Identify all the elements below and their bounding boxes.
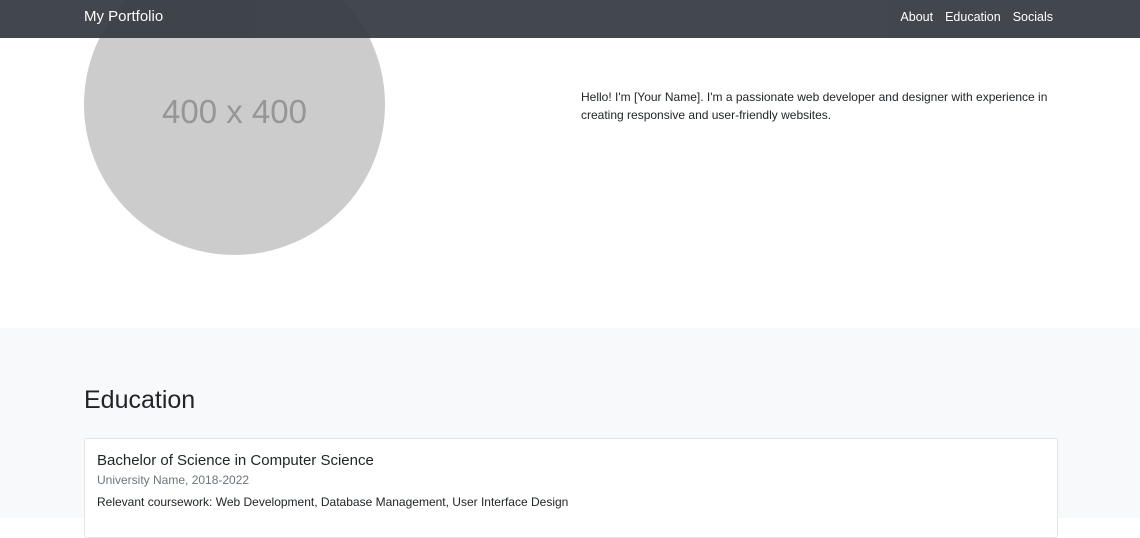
hero-section: 400 x 400 Hello! I'm [Your Name]. I'm a … xyxy=(0,0,1140,328)
profile-image-placeholder: 400 x 400 xyxy=(84,0,385,255)
nav-link-education[interactable]: Education xyxy=(945,10,1001,24)
profile-image-label: 400 x 400 xyxy=(162,93,307,130)
about-text: Hello! I'm [Your Name]. I'm a passionate… xyxy=(581,90,1048,122)
top-navbar: My Portfolio About Education Socials xyxy=(0,0,1140,38)
education-section: Education Bachelor of Science in Compute… xyxy=(0,328,1140,538)
brand-link[interactable]: My Portfolio xyxy=(84,8,163,25)
nav-link-about[interactable]: About xyxy=(900,10,933,24)
nav-links: About Education Socials xyxy=(900,10,1053,24)
school-info: University Name, 2018-2022 xyxy=(97,473,250,487)
nav-link-socials[interactable]: Socials xyxy=(1013,10,1053,24)
degree-title: Bachelor of Science in Computer Science xyxy=(97,452,374,469)
education-title: Education xyxy=(84,386,196,414)
coursework-text: Relevant coursework: Web Development, Da… xyxy=(97,495,569,509)
education-card: Bachelor of Science in Computer Science … xyxy=(84,438,1058,538)
